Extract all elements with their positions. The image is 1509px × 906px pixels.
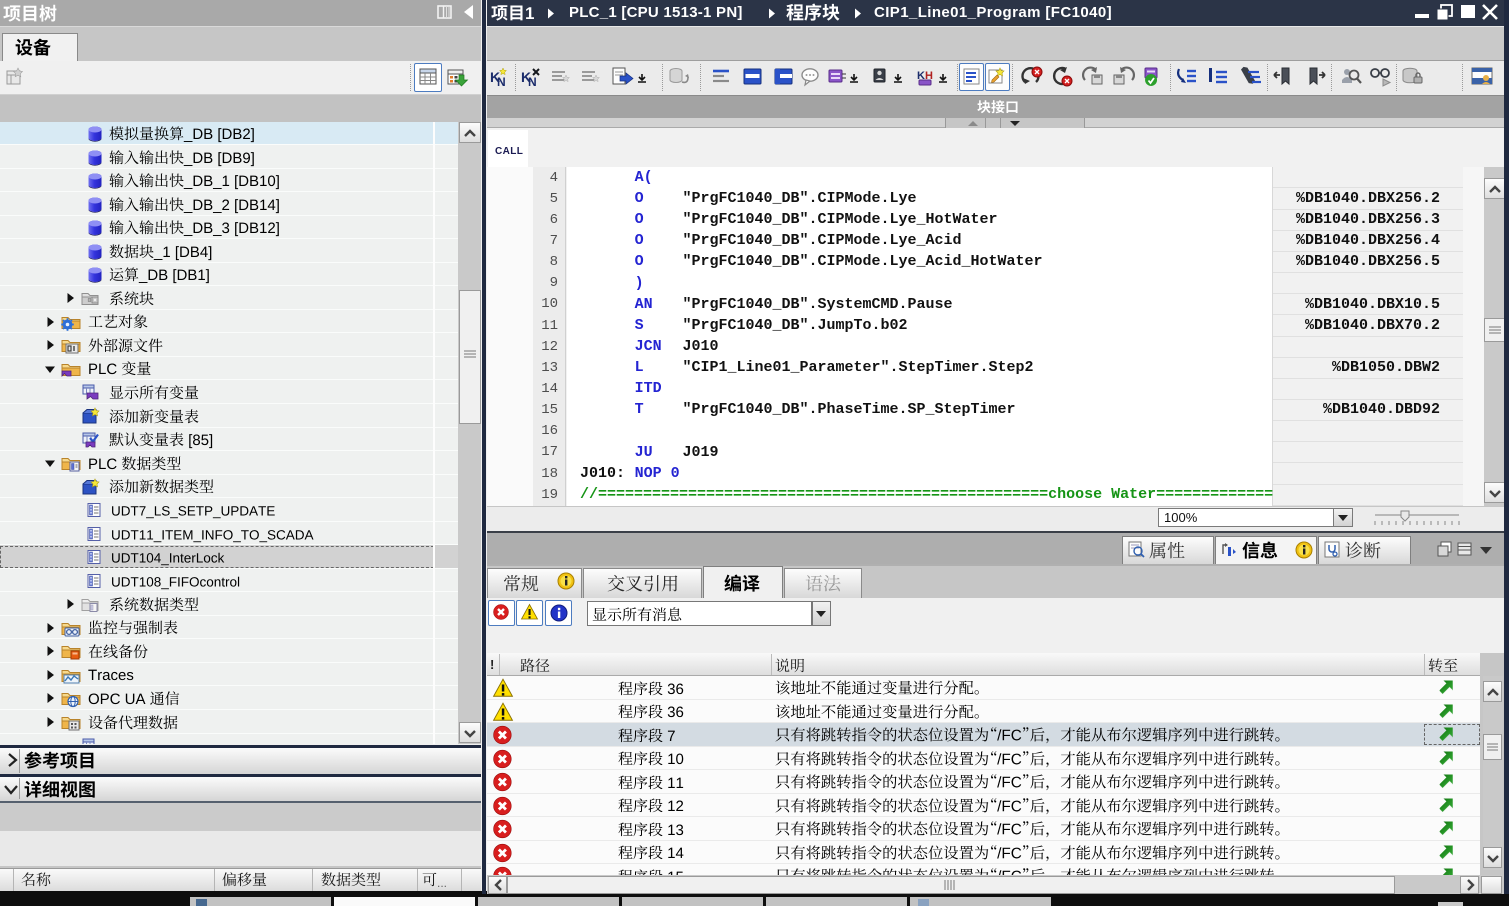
svg-text:N: N xyxy=(497,75,506,89)
svg-text:N: N xyxy=(528,75,537,89)
